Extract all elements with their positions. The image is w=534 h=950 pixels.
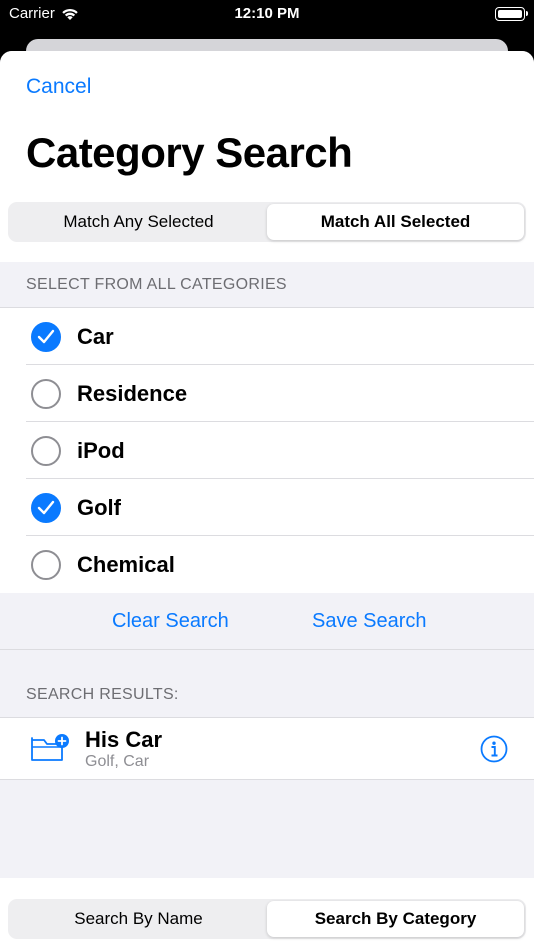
- search-mode-segmented-control: Search By Name Search By Category: [8, 899, 526, 939]
- category-label: Car: [77, 323, 114, 349]
- result-title: His Car: [85, 727, 163, 752]
- battery-icon: [495, 7, 528, 21]
- result-subtitle: Golf, Car: [85, 753, 150, 770]
- search-actions-row: Clear Search Save Search: [0, 593, 534, 650]
- category-row-chemical[interactable]: Chemical: [0, 536, 534, 593]
- segment-match-all[interactable]: Match All Selected: [267, 204, 524, 240]
- checkmark-circle-icon[interactable]: [31, 492, 61, 523]
- category-row-residence[interactable]: Residence: [0, 365, 534, 422]
- checkmark-circle-icon[interactable]: [31, 321, 61, 352]
- save-search-button[interactable]: Save Search: [312, 610, 427, 633]
- category-label: Residence: [77, 380, 188, 406]
- results-section-header: SEARCH RESULTS:: [26, 686, 179, 703]
- clear-search-button[interactable]: Clear Search: [112, 610, 229, 633]
- segment-match-any[interactable]: Match Any Selected: [10, 204, 267, 240]
- status-bar: Carrier 12:10 PM: [0, 0, 534, 30]
- category-label: Golf: [77, 494, 121, 520]
- empty-circle-icon[interactable]: [31, 435, 61, 466]
- category-row-ipod[interactable]: iPod: [0, 422, 534, 479]
- segment-search-by-category[interactable]: Search By Category: [267, 901, 524, 937]
- folder-add-icon: [31, 734, 69, 761]
- empty-circle-icon[interactable]: [31, 549, 61, 580]
- cancel-button[interactable]: Cancel: [26, 75, 91, 99]
- result-row[interactable]: His Car Golf, Car: [0, 717, 534, 780]
- empty-circle-icon[interactable]: [31, 378, 61, 409]
- category-row-car[interactable]: Car: [0, 308, 534, 365]
- categories-section-header: SELECT FROM ALL CATEGORIES: [26, 276, 287, 293]
- category-row-golf[interactable]: Golf: [0, 479, 534, 536]
- page-title: Category Search: [26, 129, 353, 176]
- status-time: 12:10 PM: [234, 5, 300, 22]
- category-label: iPod: [77, 437, 125, 463]
- info-icon[interactable]: [480, 735, 508, 763]
- segment-search-by-name[interactable]: Search By Name: [10, 901, 267, 937]
- match-mode-segmented-control: Match Any Selected Match All Selected: [8, 202, 526, 242]
- category-search-sheet: Cancel Category Search Match Any Selecte…: [0, 51, 534, 950]
- category-list: Car Residence iPod Golf Chemical: [0, 307, 534, 593]
- category-label: Chemical: [77, 551, 175, 577]
